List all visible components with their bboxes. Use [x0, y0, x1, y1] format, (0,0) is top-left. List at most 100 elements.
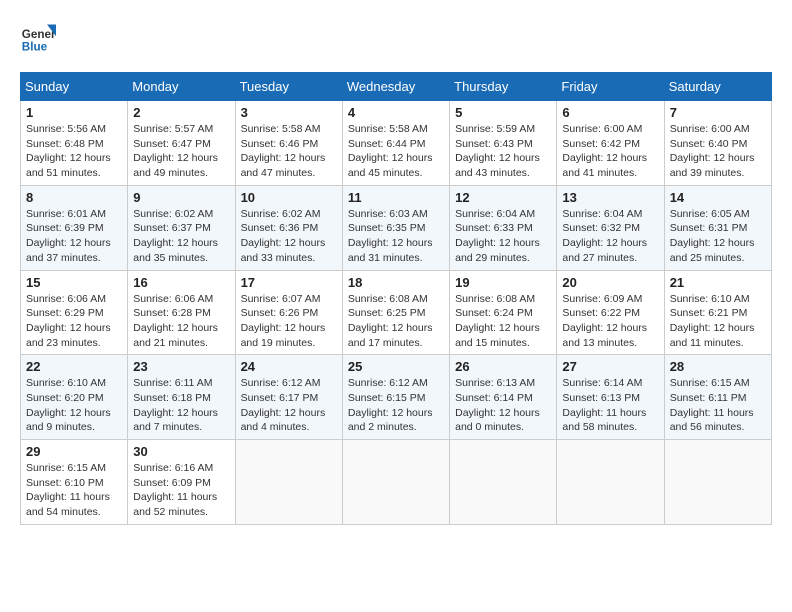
sunset-label: Sunset: 6:46 PM	[241, 138, 319, 150]
day-number: 15	[26, 275, 122, 290]
calendar-cell: 9 Sunrise: 6:02 AM Sunset: 6:37 PM Dayli…	[128, 185, 235, 270]
logo: General Blue	[20, 20, 56, 56]
day-info: Sunrise: 6:04 AM Sunset: 6:33 PM Dayligh…	[455, 207, 551, 266]
day-info: Sunrise: 6:15 AM Sunset: 6:11 PM Dayligh…	[670, 376, 766, 435]
day-info: Sunrise: 6:00 AM Sunset: 6:40 PM Dayligh…	[670, 122, 766, 181]
daylight-label: Daylight: 12 hours and 27 minutes.	[562, 237, 647, 264]
daylight-label: Daylight: 12 hours and 2 minutes.	[348, 407, 433, 434]
day-number: 1	[26, 105, 122, 120]
sunrise-label: Sunrise: 6:09 AM	[562, 293, 642, 305]
day-info: Sunrise: 6:02 AM Sunset: 6:36 PM Dayligh…	[241, 207, 337, 266]
calendar-week-row: 1 Sunrise: 5:56 AM Sunset: 6:48 PM Dayli…	[21, 101, 772, 186]
calendar-cell: 11 Sunrise: 6:03 AM Sunset: 6:35 PM Dayl…	[342, 185, 449, 270]
calendar-week-row: 8 Sunrise: 6:01 AM Sunset: 6:39 PM Dayli…	[21, 185, 772, 270]
day-info: Sunrise: 6:06 AM Sunset: 6:28 PM Dayligh…	[133, 292, 229, 351]
daylight-label: Daylight: 12 hours and 21 minutes.	[133, 322, 218, 349]
calendar-cell: 5 Sunrise: 5:59 AM Sunset: 6:43 PM Dayli…	[450, 101, 557, 186]
calendar-cell	[557, 440, 664, 525]
sunrise-label: Sunrise: 6:06 AM	[26, 293, 106, 305]
calendar-cell: 10 Sunrise: 6:02 AM Sunset: 6:36 PM Dayl…	[235, 185, 342, 270]
sunrise-label: Sunrise: 6:00 AM	[670, 123, 750, 135]
day-info: Sunrise: 6:02 AM Sunset: 6:37 PM Dayligh…	[133, 207, 229, 266]
day-info: Sunrise: 6:12 AM Sunset: 6:15 PM Dayligh…	[348, 376, 444, 435]
page-header: General Blue	[20, 20, 772, 56]
calendar-cell	[664, 440, 771, 525]
day-info: Sunrise: 6:13 AM Sunset: 6:14 PM Dayligh…	[455, 376, 551, 435]
sunrise-label: Sunrise: 6:06 AM	[133, 293, 213, 305]
calendar-cell: 23 Sunrise: 6:11 AM Sunset: 6:18 PM Dayl…	[128, 355, 235, 440]
day-number: 12	[455, 190, 551, 205]
day-info: Sunrise: 6:07 AM Sunset: 6:26 PM Dayligh…	[241, 292, 337, 351]
daylight-label: Daylight: 12 hours and 39 minutes.	[670, 152, 755, 179]
day-number: 30	[133, 444, 229, 459]
sunset-label: Sunset: 6:39 PM	[26, 222, 104, 234]
day-number: 9	[133, 190, 229, 205]
sunset-label: Sunset: 6:17 PM	[241, 392, 319, 404]
day-info: Sunrise: 6:08 AM Sunset: 6:24 PM Dayligh…	[455, 292, 551, 351]
day-number: 21	[670, 275, 766, 290]
sunset-label: Sunset: 6:09 PM	[133, 477, 211, 489]
calendar-cell	[235, 440, 342, 525]
daylight-label: Daylight: 11 hours and 52 minutes.	[133, 491, 217, 518]
sunrise-label: Sunrise: 6:13 AM	[455, 377, 535, 389]
calendar-week-row: 29 Sunrise: 6:15 AM Sunset: 6:10 PM Dayl…	[21, 440, 772, 525]
sunrise-label: Sunrise: 6:12 AM	[241, 377, 321, 389]
sunrise-label: Sunrise: 6:05 AM	[670, 208, 750, 220]
sunset-label: Sunset: 6:43 PM	[455, 138, 533, 150]
day-info: Sunrise: 5:59 AM Sunset: 6:43 PM Dayligh…	[455, 122, 551, 181]
day-info: Sunrise: 5:58 AM Sunset: 6:44 PM Dayligh…	[348, 122, 444, 181]
day-number: 16	[133, 275, 229, 290]
sunset-label: Sunset: 6:47 PM	[133, 138, 211, 150]
weekday-header-thursday: Thursday	[450, 73, 557, 101]
daylight-label: Daylight: 12 hours and 51 minutes.	[26, 152, 111, 179]
day-info: Sunrise: 6:08 AM Sunset: 6:25 PM Dayligh…	[348, 292, 444, 351]
day-number: 29	[26, 444, 122, 459]
day-info: Sunrise: 6:14 AM Sunset: 6:13 PM Dayligh…	[562, 376, 658, 435]
daylight-label: Daylight: 12 hours and 9 minutes.	[26, 407, 111, 434]
sunrise-label: Sunrise: 6:04 AM	[562, 208, 642, 220]
sunset-label: Sunset: 6:32 PM	[562, 222, 640, 234]
calendar-cell: 22 Sunrise: 6:10 AM Sunset: 6:20 PM Dayl…	[21, 355, 128, 440]
daylight-label: Daylight: 12 hours and 45 minutes.	[348, 152, 433, 179]
sunrise-label: Sunrise: 6:01 AM	[26, 208, 106, 220]
day-number: 28	[670, 359, 766, 374]
sunset-label: Sunset: 6:24 PM	[455, 307, 533, 319]
calendar-cell	[450, 440, 557, 525]
logo-icon: General Blue	[20, 20, 56, 56]
day-number: 22	[26, 359, 122, 374]
calendar-cell: 25 Sunrise: 6:12 AM Sunset: 6:15 PM Dayl…	[342, 355, 449, 440]
day-info: Sunrise: 6:05 AM Sunset: 6:31 PM Dayligh…	[670, 207, 766, 266]
day-info: Sunrise: 6:04 AM Sunset: 6:32 PM Dayligh…	[562, 207, 658, 266]
calendar-cell: 6 Sunrise: 6:00 AM Sunset: 6:42 PM Dayli…	[557, 101, 664, 186]
day-info: Sunrise: 5:58 AM Sunset: 6:46 PM Dayligh…	[241, 122, 337, 181]
day-number: 18	[348, 275, 444, 290]
sunrise-label: Sunrise: 5:57 AM	[133, 123, 213, 135]
sunrise-label: Sunrise: 5:59 AM	[455, 123, 535, 135]
day-number: 6	[562, 105, 658, 120]
sunset-label: Sunset: 6:20 PM	[26, 392, 104, 404]
daylight-label: Daylight: 12 hours and 43 minutes.	[455, 152, 540, 179]
day-number: 11	[348, 190, 444, 205]
sunset-label: Sunset: 6:14 PM	[455, 392, 533, 404]
day-info: Sunrise: 6:10 AM Sunset: 6:20 PM Dayligh…	[26, 376, 122, 435]
day-number: 7	[670, 105, 766, 120]
sunrise-label: Sunrise: 6:16 AM	[133, 462, 213, 474]
sunset-label: Sunset: 6:33 PM	[455, 222, 533, 234]
weekday-header-tuesday: Tuesday	[235, 73, 342, 101]
sunset-label: Sunset: 6:11 PM	[670, 392, 747, 404]
daylight-label: Daylight: 12 hours and 4 minutes.	[241, 407, 326, 434]
day-number: 20	[562, 275, 658, 290]
sunrise-label: Sunrise: 5:56 AM	[26, 123, 106, 135]
daylight-label: Daylight: 12 hours and 13 minutes.	[562, 322, 647, 349]
daylight-label: Daylight: 12 hours and 31 minutes.	[348, 237, 433, 264]
daylight-label: Daylight: 12 hours and 33 minutes.	[241, 237, 326, 264]
day-number: 27	[562, 359, 658, 374]
daylight-label: Daylight: 12 hours and 29 minutes.	[455, 237, 540, 264]
sunrise-label: Sunrise: 6:12 AM	[348, 377, 428, 389]
daylight-label: Daylight: 12 hours and 47 minutes.	[241, 152, 326, 179]
sunset-label: Sunset: 6:15 PM	[348, 392, 426, 404]
daylight-label: Daylight: 12 hours and 37 minutes.	[26, 237, 111, 264]
sunset-label: Sunset: 6:26 PM	[241, 307, 319, 319]
daylight-label: Daylight: 12 hours and 35 minutes.	[133, 237, 218, 264]
calendar-cell: 24 Sunrise: 6:12 AM Sunset: 6:17 PM Dayl…	[235, 355, 342, 440]
